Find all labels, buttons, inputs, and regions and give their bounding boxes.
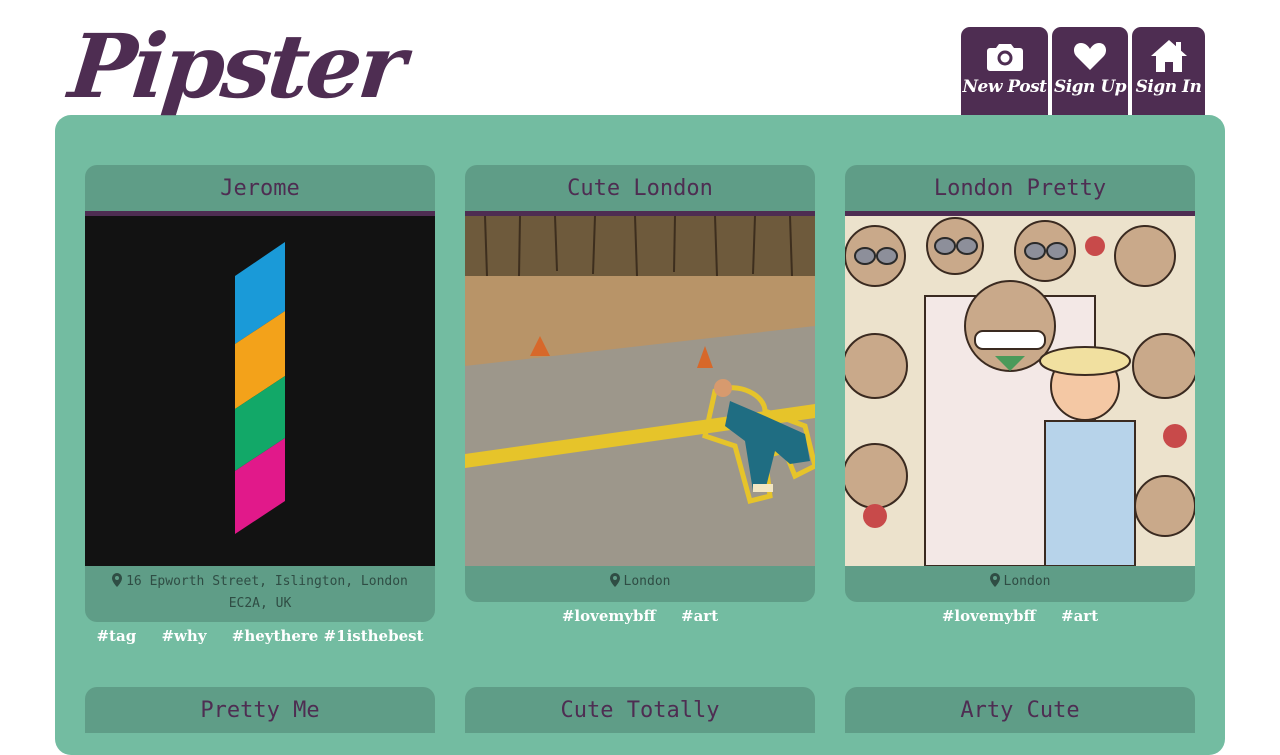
tag-link[interactable]: #lovemybff [942,607,1036,625]
sign-up-label: Sign Up [1053,77,1127,97]
post-card[interactable]: Cute London London #lovemybff #art [465,165,815,625]
post-title[interactable]: Pretty Me [85,687,435,733]
post-title[interactable]: Arty Cute [845,687,1195,733]
sign-in-button[interactable]: Sign In [1132,27,1205,115]
post-image[interactable] [465,216,815,566]
post-title[interactable]: Cute Totally [465,687,815,733]
camera-icon [986,39,1023,73]
map-marker-icon [609,573,620,594]
map-marker-icon [989,573,1000,594]
tag-link[interactable]: #art [1061,607,1098,625]
new-post-button[interactable]: New Post [961,27,1048,115]
post-location-text: 16 Epworth Street, Islington, London EC2… [126,574,408,611]
post-tags: #lovemybff #art [465,607,815,625]
post-location: London [465,566,815,602]
tag-link[interactable]: #heythere #1isthebest [232,627,424,645]
post-location: 16 Epworth Street, Islington, London EC2… [85,566,435,622]
new-post-label: New Post [962,77,1048,97]
post-card[interactable]: London Pretty London #lovemybff #art [845,165,1195,625]
top-nav: New Post Sign Up Sign In [961,27,1205,115]
post-card[interactable]: Cute Totally [465,687,815,733]
post-image[interactable] [845,216,1195,566]
feed-panel: Jerome 16 Epworth Street, Islington, Lon… [55,115,1225,755]
post-card[interactable]: Pretty Me [85,687,435,733]
tag-link[interactable]: #tag [96,627,136,645]
post-image[interactable] [85,216,435,566]
tag-link[interactable]: #lovemybff [562,607,656,625]
post-title[interactable]: Jerome [85,165,435,216]
post-card[interactable]: Arty Cute [845,687,1195,733]
heart-icon [1073,39,1107,73]
post-title[interactable]: Cute London [465,165,815,216]
post-location: London [845,566,1195,602]
post-title[interactable]: London Pretty [845,165,1195,216]
site-logo[interactable]: Pipster [65,14,409,118]
sign-in-label: Sign In [1135,77,1202,97]
post-tags: #tag #why #heythere #1isthebest [85,627,435,645]
map-marker-icon [112,573,123,594]
tag-link[interactable]: #art [681,607,718,625]
post-card[interactable]: Jerome 16 Epworth Street, Islington, Lon… [85,165,435,645]
home-icon [1150,39,1188,73]
tag-link[interactable]: #why [161,627,206,645]
sign-up-button[interactable]: Sign Up [1052,27,1128,115]
post-location-text: London [623,574,671,589]
post-location-text: London [1003,574,1051,589]
post-tags: #lovemybff #art [845,607,1195,625]
